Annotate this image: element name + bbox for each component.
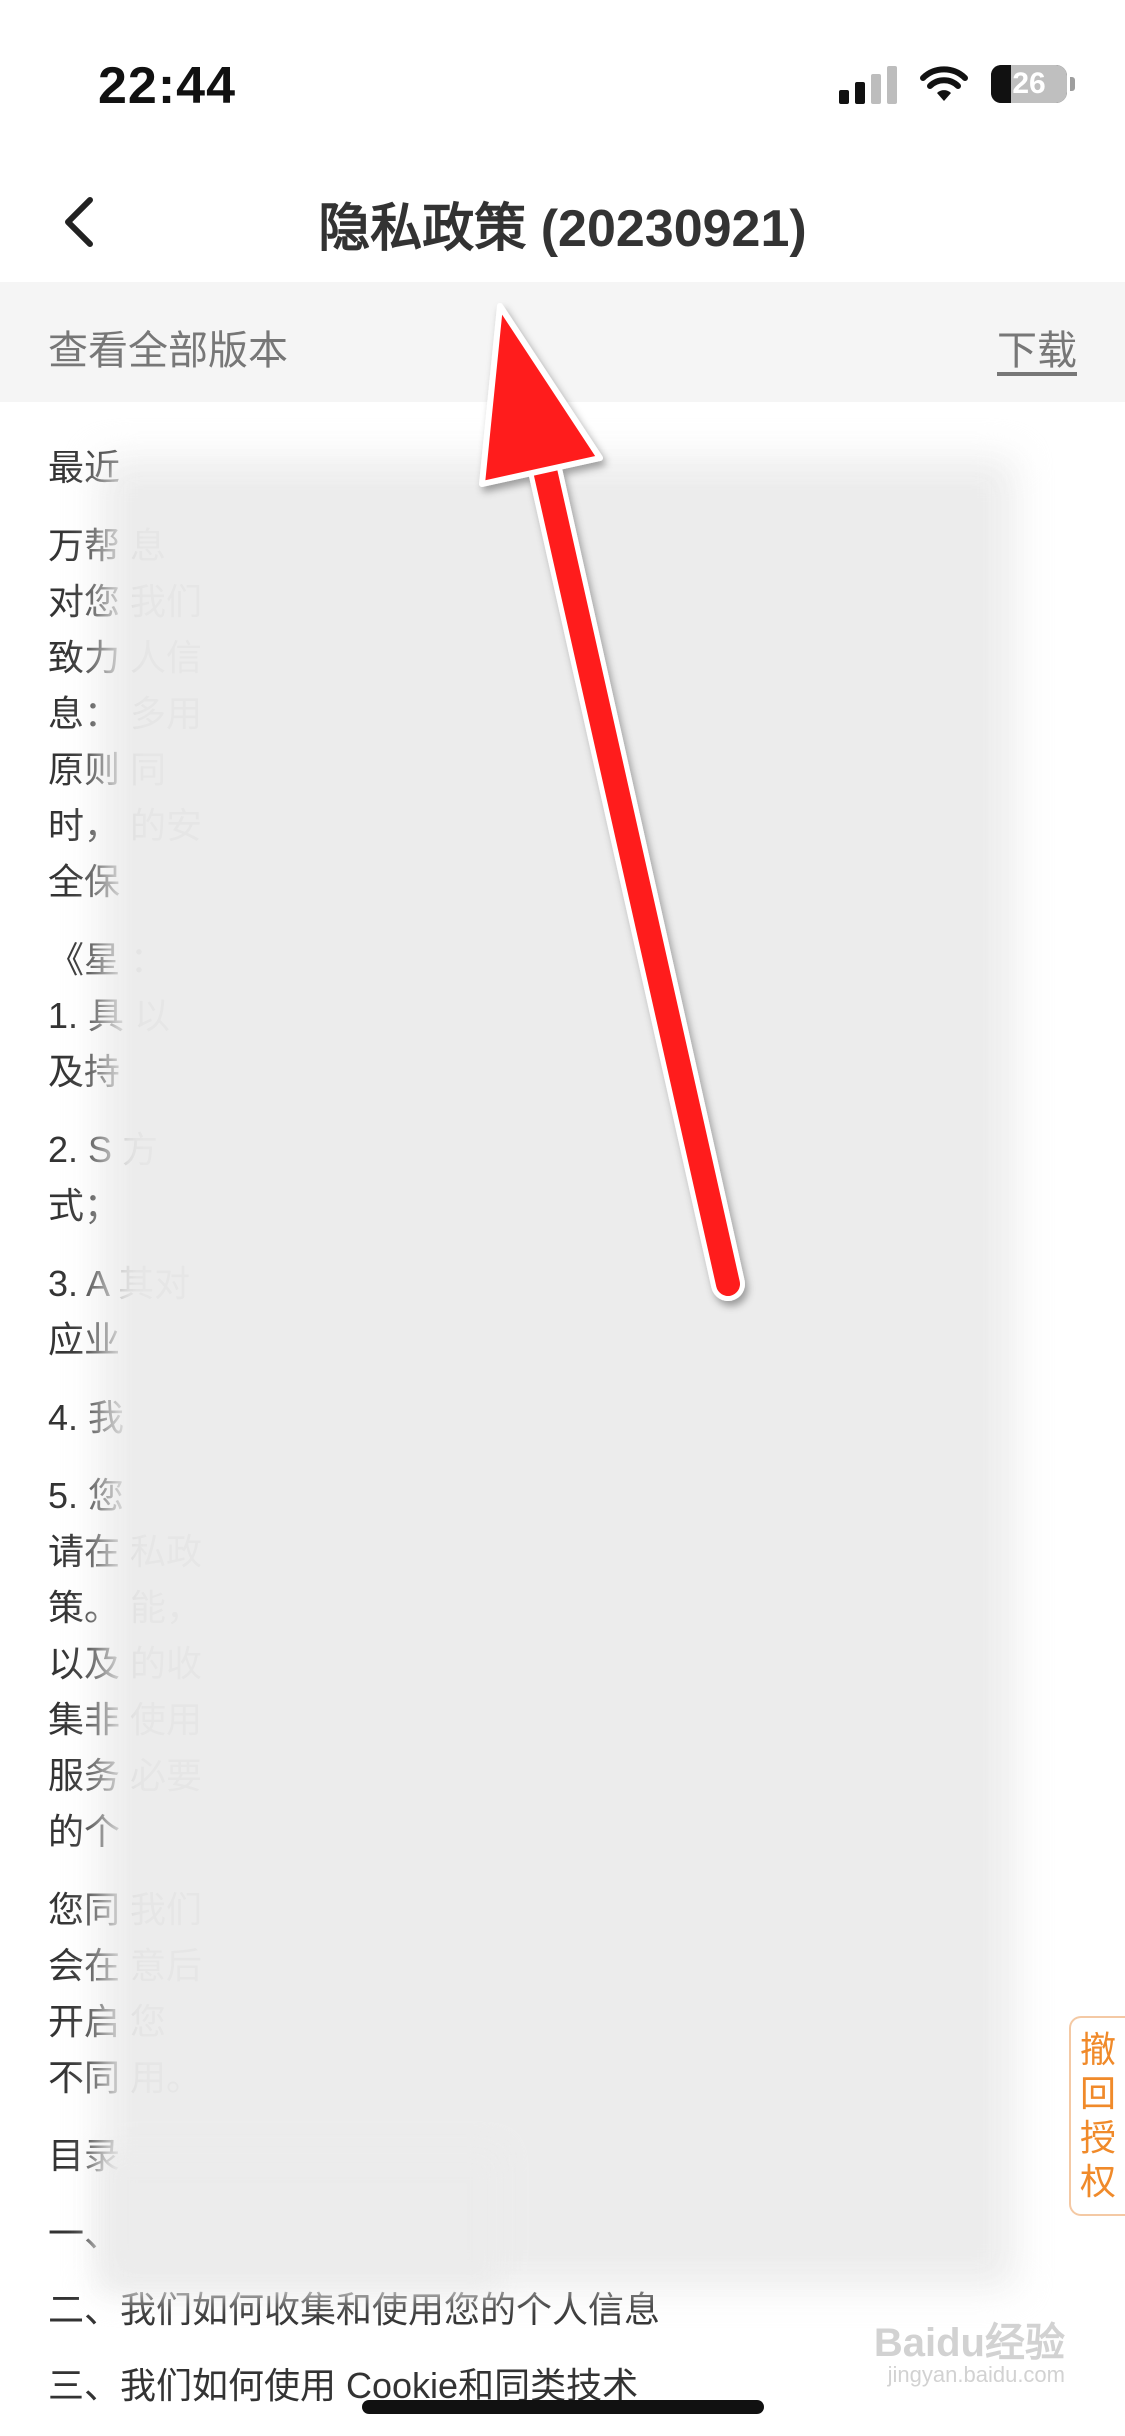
cellular-signal-icon bbox=[839, 64, 897, 104]
baidu-watermark-url: jingyan.baidu.com bbox=[887, 2362, 1065, 2387]
revoke-authorization-button[interactable]: 撤回授权 bbox=[1069, 2016, 1125, 2216]
status-bar: 22:44 26 bbox=[0, 0, 1125, 160]
wifi-icon bbox=[920, 66, 968, 101]
page-title: 隐私政策 (20230921) bbox=[318, 200, 807, 258]
view-all-versions-link[interactable]: 查看全部版本 bbox=[48, 318, 288, 376]
redaction-blur bbox=[100, 2150, 500, 2290]
download-link[interactable]: 下载 bbox=[997, 318, 1077, 376]
status-time: 22:44 bbox=[98, 57, 236, 115]
redaction-blur bbox=[100, 458, 1015, 2288]
status-icons: 26 bbox=[839, 64, 1075, 104]
navigation-bar: 隐私政策 (20230921) bbox=[0, 160, 1125, 282]
version-bar: 查看全部版本 下载 bbox=[0, 282, 1125, 402]
battery-level: 26 bbox=[1012, 67, 1046, 100]
baidu-watermark: Baidu经验 bbox=[873, 2321, 1065, 2365]
battery-fill bbox=[991, 65, 1011, 103]
home-indicator[interactable] bbox=[362, 2400, 764, 2414]
battery-icon: 26 bbox=[991, 65, 1075, 103]
